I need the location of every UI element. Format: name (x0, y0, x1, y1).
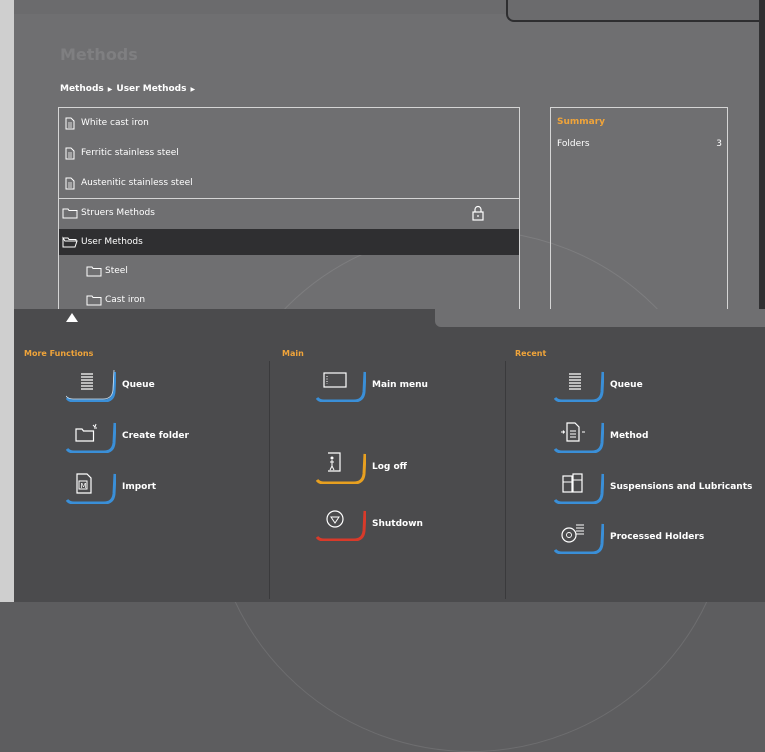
import-icon: M (66, 470, 116, 504)
summary-folders-value: 3 (716, 139, 722, 149)
shutdown-label: Shutdown (372, 519, 423, 529)
queue-label: Queue (122, 380, 155, 390)
main-menu-icon (316, 368, 366, 402)
queue-icon (66, 368, 116, 402)
log-off-button[interactable]: Log off (316, 450, 407, 484)
suspensions-icon (554, 470, 604, 504)
summary-folders-label: Folders (557, 139, 590, 149)
processed-holders-icon (554, 520, 604, 554)
document-icon (59, 177, 81, 190)
section-title-more-functions: More Functions (24, 349, 94, 358)
recent-suspensions-label: Suspensions and Lubricants (610, 482, 753, 492)
recent-method-label: Method (610, 431, 649, 441)
main-menu-label: Main menu (372, 380, 428, 390)
section-title-recent: Recent (515, 349, 547, 358)
main-menu-button[interactable]: Main menu (316, 368, 428, 402)
recent-suspensions-button[interactable]: Suspensions and Lubricants (554, 470, 752, 504)
list-divider (59, 198, 519, 199)
create-folder-icon (66, 419, 116, 453)
summary-title: Summary (557, 117, 606, 127)
lock-icon (472, 205, 484, 224)
recent-queue-label: Queue (610, 380, 643, 390)
list-item[interactable]: Austenitic stainless steel (59, 170, 519, 196)
recent-processed-holders-label: Processed Holders (610, 532, 705, 542)
method-icon (554, 419, 604, 453)
folder-icon (83, 265, 105, 277)
log-off-label: Log off (372, 462, 407, 472)
svg-text:M: M (81, 482, 87, 490)
folder-icon (59, 207, 81, 219)
left-edge (0, 0, 14, 602)
list-item[interactable]: Ferritic stainless steel (59, 140, 519, 166)
page-title: Methods (60, 45, 138, 64)
import-label: Import (122, 482, 157, 492)
methods-list: White cast iron Ferritic stainless steel… (58, 107, 520, 325)
breadcrumb-item-methods[interactable]: Methods (60, 84, 104, 94)
list-item-label: Ferritic stainless steel (81, 148, 179, 158)
shutdown-icon (316, 507, 366, 541)
breadcrumb: Methods ▶ User Methods ▶ (60, 84, 195, 94)
list-item-label: User Methods (81, 237, 143, 247)
list-item-label: Struers Methods (81, 208, 155, 218)
document-icon (59, 117, 81, 130)
create-folder-button[interactable]: Create folder (66, 419, 189, 453)
column-divider (505, 361, 506, 599)
list-item[interactable]: Steel (83, 258, 519, 284)
recent-processed-holders-button[interactable]: Processed Holders (554, 520, 704, 554)
list-item-label: Cast iron (105, 295, 146, 305)
list-item[interactable]: White cast iron (59, 110, 519, 136)
list-item[interactable]: Struers Methods (59, 200, 519, 226)
breadcrumb-item-user-methods[interactable]: User Methods (116, 84, 186, 94)
recent-method-button[interactable]: Method (554, 419, 648, 453)
log-off-icon (316, 450, 366, 484)
drawer-notch (435, 309, 765, 327)
top-tab (506, 0, 765, 22)
import-button[interactable]: M Import (66, 470, 156, 504)
queue-icon (554, 368, 604, 402)
list-item-selected[interactable]: User Methods (59, 229, 519, 255)
create-folder-label: Create folder (122, 431, 189, 441)
list-item-label: White cast iron (81, 118, 149, 128)
breadcrumb-separator-icon: ▶ (107, 85, 113, 93)
list-item-label: Austenitic stainless steel (81, 178, 193, 188)
queue-button[interactable]: Queue (66, 368, 155, 402)
list-item-label: Steel (105, 266, 128, 276)
collapse-arrow-icon[interactable] (66, 313, 78, 322)
folder-icon (83, 294, 105, 306)
section-title-main: Main (282, 349, 304, 358)
summary-panel: Summary Folders 3 (550, 107, 728, 327)
recent-queue-button[interactable]: Queue (554, 368, 643, 402)
shutdown-button[interactable]: Shutdown (316, 507, 423, 541)
column-divider (269, 361, 270, 599)
document-icon (59, 147, 81, 160)
breadcrumb-separator-icon: ▶ (190, 85, 196, 93)
open-folder-icon (59, 236, 81, 248)
